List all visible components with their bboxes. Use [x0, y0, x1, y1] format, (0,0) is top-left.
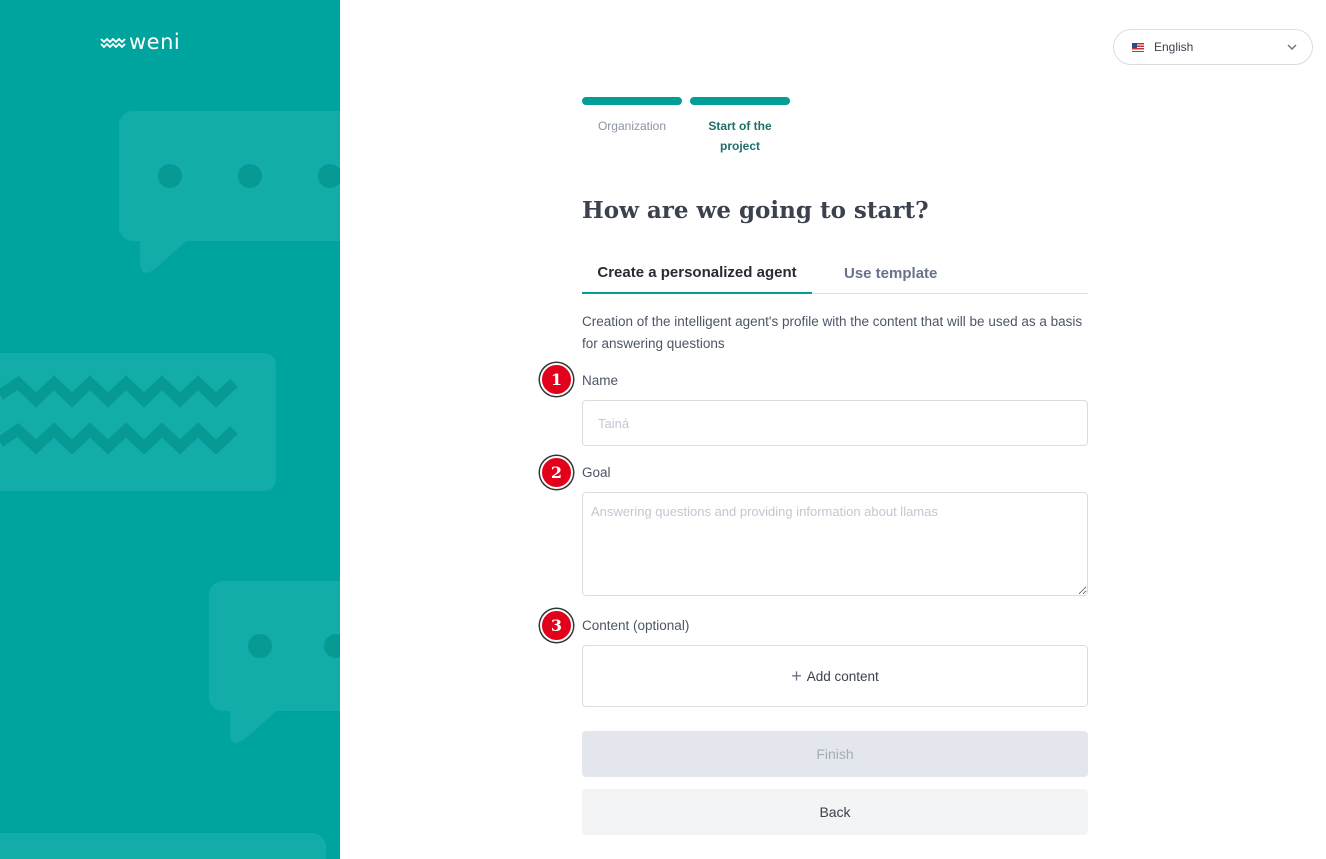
plus-icon: +: [791, 666, 802, 686]
tab-bar: Create a personalized agent Use template: [582, 253, 1088, 294]
step-bar: [690, 97, 790, 105]
name-input[interactable]: [582, 400, 1088, 446]
language-select[interactable]: English: [1113, 29, 1313, 65]
step-label: Start of the project: [708, 119, 772, 153]
step-organization: Organization: [582, 97, 682, 156]
goal-label: Goal: [582, 465, 611, 480]
back-button[interactable]: Back: [582, 789, 1088, 835]
annotation-marker-3: 3: [540, 609, 573, 642]
tab-use-template[interactable]: Use template: [812, 253, 937, 293]
chevron-down-icon: [1287, 44, 1297, 50]
step-label: Organization: [597, 119, 667, 133]
goal-textarea[interactable]: [582, 492, 1088, 596]
finish-button[interactable]: Finish: [582, 731, 1088, 777]
tab-description: Creation of the intelligent agent's prof…: [582, 314, 1083, 351]
brand-side-panel: weni: [0, 0, 340, 859]
page-title: How are we going to start?: [582, 197, 929, 224]
step-start-of-project: Start of the project: [690, 97, 790, 156]
step-bar: [582, 97, 682, 105]
tab-create-personalized-agent[interactable]: Create a personalized agent: [582, 253, 812, 294]
annotation-marker-1: 1: [540, 363, 573, 396]
progress-stepper: Organization Start of the project: [582, 97, 790, 156]
annotation-marker-2: 2: [540, 456, 573, 489]
add-content-label: Add content: [806, 668, 879, 684]
language-label: English: [1154, 40, 1194, 54]
name-label: Name: [582, 373, 619, 388]
decorative-chat-bubbles: [0, 111, 340, 859]
content-label: Content (optional): [582, 618, 690, 633]
us-flag-icon: [1132, 42, 1144, 52]
add-content-button[interactable]: + Add content: [582, 645, 1088, 707]
